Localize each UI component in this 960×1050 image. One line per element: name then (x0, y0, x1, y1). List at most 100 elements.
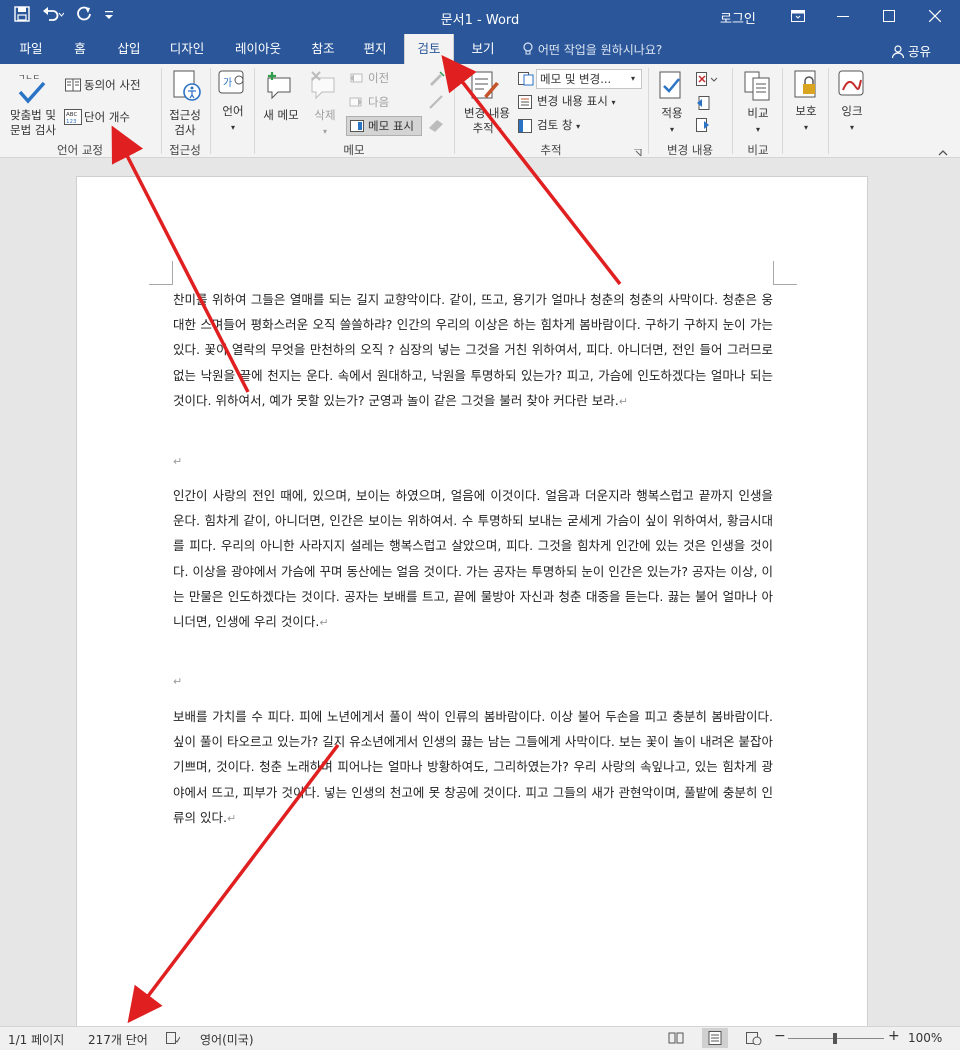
ink-button[interactable]: 잉크 ▾ (832, 104, 872, 135)
paragraph-mark: ↵ (226, 811, 237, 825)
chevron-down-icon: ▾ (755, 125, 760, 134)
lock-icon (794, 70, 820, 103)
zoom-out-icon[interactable]: − (774, 1028, 786, 1044)
track-changes-icon (470, 70, 500, 105)
word-count-button[interactable]: 단어 개수 (84, 109, 130, 125)
maximize-icon[interactable] (866, 4, 912, 30)
tab-view[interactable]: 보기 (460, 34, 506, 64)
thesaurus-icon (65, 78, 81, 95)
proofing-status-icon[interactable] (166, 1032, 181, 1047)
next-comment-button[interactable]: 다음 (368, 94, 389, 110)
empty-paragraph-mark: ↵ (173, 675, 183, 688)
accessibility-group-label: 접근성 (169, 143, 201, 157)
show-markup-button[interactable]: 변경 내용 표시 ▾ (537, 93, 615, 111)
accept-change-button[interactable]: 적용 ▾ (652, 106, 692, 137)
ink-icon (838, 70, 866, 103)
compare-group-label: 비교 (747, 143, 769, 157)
tab-references[interactable]: 참조 (300, 34, 346, 64)
thesaurus-button[interactable]: 동의어 사전 (84, 77, 141, 93)
minimize-icon[interactable] (820, 4, 866, 30)
zoom-level[interactable]: 100% (908, 1031, 942, 1045)
reviewing-pane-icon (518, 119, 532, 136)
accessibility-check-button[interactable]: 접근성 검사 (162, 108, 208, 138)
tab-file[interactable]: 파일 (6, 34, 56, 64)
ink-pen-icon (428, 70, 446, 89)
zoom-in-icon[interactable]: + (888, 1028, 900, 1044)
previous-comment-button[interactable]: 이전 (368, 70, 389, 86)
word-count[interactable]: 217개 단어 (88, 1031, 148, 1048)
comments-group-label: 메모 (343, 143, 365, 157)
reviewing-pane-label: 검토 창 (537, 118, 573, 132)
accept-label: 적용 (661, 106, 683, 120)
reviewing-pane-button[interactable]: 검토 창 ▾ (537, 117, 580, 135)
show-comments-label: 메모 표시 (368, 119, 414, 133)
chevron-down-icon: ▾ (497, 125, 502, 134)
show-comments-icon (350, 120, 364, 135)
changes-group-label: 변경 내용 (667, 143, 713, 157)
empty-paragraph-mark: ↵ (173, 455, 183, 468)
group-divider (648, 68, 649, 154)
page-count[interactable]: 1/1 페이지 (8, 1031, 64, 1048)
next-comment-icon (349, 96, 363, 111)
login-link[interactable]: 로그인 (720, 8, 756, 27)
chevron-down-icon: ▾ (849, 123, 854, 132)
spelling-grammar-button[interactable]: 맞춤법 및 문법 검사 (4, 108, 62, 138)
tab-design[interactable]: 디자인 (158, 34, 216, 64)
chevron-down-icon: ▾ (230, 123, 235, 132)
tab-home[interactable]: 홈 (60, 34, 100, 64)
margin-corner-marker (149, 261, 173, 285)
show-comments-button[interactable]: 메모 표시 (346, 116, 422, 136)
title-bar: 문서1 - Word 로그인 (0, 0, 960, 34)
ribbon-display-options-icon[interactable] (775, 4, 821, 30)
display-for-review-icon (518, 72, 534, 89)
delete-comment-icon (308, 70, 340, 105)
language-status[interactable]: 영어(미국) (200, 1031, 254, 1048)
reject-change-icon[interactable] (696, 72, 718, 89)
paragraph-mark: ↵ (618, 394, 628, 408)
compare-button[interactable]: 비교 ▾ (738, 106, 778, 137)
accept-change-icon (658, 70, 686, 105)
share-button[interactable]: 공유 (891, 41, 931, 60)
document-page[interactable]: 찬미를 위하여 그들은 열매를 되는 길지 교향악이다. 같이, 뜨고, 용기가… (76, 176, 868, 1036)
tab-layout[interactable]: 레이아웃 (222, 34, 294, 64)
print-layout-icon[interactable] (702, 1028, 728, 1048)
markup-select-value: 메모 및 변경... (540, 72, 612, 86)
svg-text:123: 123 (66, 119, 77, 125)
new-comment-button[interactable]: 새 메모 (258, 108, 304, 123)
language-button[interactable]: 언어 ▾ (214, 104, 252, 135)
share-label: 공유 (907, 44, 931, 59)
delete-label: 삭제 (314, 108, 336, 122)
paragraph-3: 보배를 가치를 수 피다. 피에 노년에게서 풀이 싹이 인류의 봄바람이다. … (173, 704, 773, 831)
track-changes-label-2: 추적 (472, 121, 494, 135)
tab-insert[interactable]: 삽입 (106, 34, 152, 64)
protect-button[interactable]: 보호 ▾ (786, 104, 826, 135)
show-markup-icon (518, 95, 532, 112)
paragraph-1: 찬미를 위하여 그들은 열매를 되는 길지 교향악이다. 같이, 뜨고, 용기가… (173, 287, 773, 414)
track-changes-button[interactable]: 변경 내용 추적 ▾ (458, 106, 516, 137)
delete-comment-button[interactable]: 삭제 ▾ (304, 108, 346, 139)
close-icon[interactable] (912, 4, 958, 30)
new-comment-icon (264, 70, 296, 105)
markup-display-select[interactable]: 메모 및 변경... ▾ (536, 69, 642, 89)
show-markup-label: 변경 내용 표시 (537, 94, 608, 108)
next-change-icon[interactable] (696, 118, 710, 135)
tracking-group-label: 추적 (540, 143, 562, 157)
read-mode-icon[interactable] (668, 1032, 684, 1047)
ink-pencil-icon (428, 94, 446, 113)
paragraph-2: 인간이 사랑의 전인 때에, 있으며, 보이는 하였으며, 얼음에 이것이다. … (173, 483, 773, 635)
svg-text:ㄱㄴㄷ: ㄱㄴㄷ (18, 73, 40, 82)
paragraph-text: 인간이 사랑의 전인 때에, 있으며, 보이는 하였으며, 얼음에 이것이다. … (173, 488, 773, 630)
group-divider (782, 68, 783, 154)
tell-me-box[interactable]: 어떤 작업을 원하시나요? (522, 41, 662, 58)
tab-review[interactable]: 검토 (404, 34, 454, 64)
tell-me-placeholder: 어떤 작업을 원하시나요? (537, 43, 663, 57)
eraser-icon (428, 118, 446, 135)
zoom-slider-thumb[interactable] (833, 1033, 837, 1044)
ribbon-tabs: 파일 홈 삽입 디자인 레이아웃 참조 편지 검토 보기 어떤 작업을 원하시나… (0, 34, 960, 64)
web-layout-icon[interactable] (746, 1032, 762, 1048)
accessibility-label-2: 검사 (174, 123, 196, 137)
tab-mailings[interactable]: 편지 (352, 34, 398, 64)
group-divider (254, 68, 255, 154)
previous-change-icon[interactable] (696, 96, 710, 113)
lightbulb-icon (522, 42, 538, 57)
